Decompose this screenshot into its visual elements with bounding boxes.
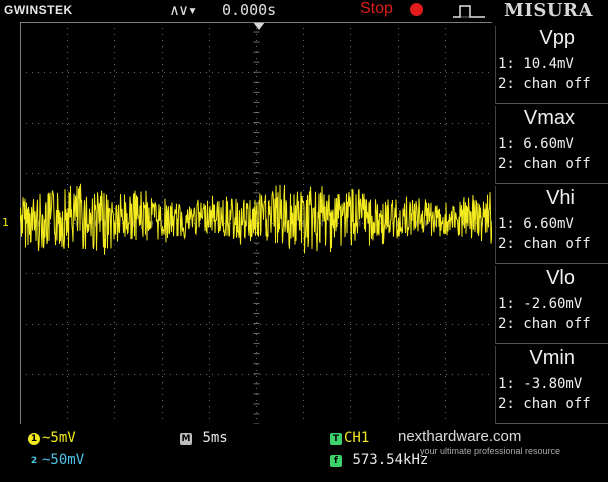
divider xyxy=(496,103,608,104)
ch1-badge-icon: 1 xyxy=(28,433,40,445)
measurement-ch1-value: 1: 6.60mV xyxy=(498,136,574,152)
measurement-title: Vpp xyxy=(539,27,575,49)
timebase-value: 5ms xyxy=(202,430,228,446)
measurement-ch2-value: 2: chan off xyxy=(498,76,591,92)
trigger-source-value: CH1 xyxy=(344,430,370,446)
measurement-title: Vmax xyxy=(523,107,575,129)
measurement-ch2-value: 2: chan off xyxy=(498,396,591,412)
timebase[interactable]: M 5ms xyxy=(180,430,228,446)
ch2-scale-value: ~50mV xyxy=(42,452,85,468)
measurement-title: Vmin xyxy=(529,347,575,369)
stop-indicator-icon xyxy=(410,3,423,16)
measurement-vmin[interactable]: Vmin 1: -3.80mV 2: chan off xyxy=(495,346,608,424)
measurement-title: Vlo xyxy=(546,267,575,289)
measurement-ch1-value: 1: -2.60mV xyxy=(498,296,583,312)
trigger-source[interactable]: T CH1 xyxy=(330,430,369,446)
trigger-edge-icon: ∧∨▾ xyxy=(170,1,198,19)
timebase-badge-icon: M xyxy=(180,433,192,445)
waveform-display[interactable] xyxy=(20,22,492,424)
run-state-label: Stop xyxy=(360,0,393,17)
misura-watermark: MISURA xyxy=(504,0,593,21)
measurement-ch1-value: 1: 6.60mV xyxy=(498,216,574,232)
top-status-bar: GWINSTEK ∧∨▾ 0.000s Stop MISURA xyxy=(0,0,608,22)
trigger-badge-icon: T xyxy=(330,433,342,445)
site-watermark: nexthardware.com xyxy=(398,428,522,445)
frequency-value: 573.54kHz xyxy=(352,452,429,468)
measurement-vhi[interactable]: Vhi 1: 6.60mV 2: chan off xyxy=(495,186,608,264)
measurement-vlo[interactable]: Vlo 1: -2.60mV 2: chan off xyxy=(495,266,608,344)
measurement-title: Vhi xyxy=(546,187,575,209)
frequency-badge-icon: f xyxy=(330,455,342,467)
ch1-scale-value: ~5mV xyxy=(42,430,76,446)
horizontal-delay: 0.000s xyxy=(222,1,277,19)
ch2-badge-icon: 2 xyxy=(30,456,38,466)
measurement-ch2-value: 2: chan off xyxy=(498,156,591,172)
divider xyxy=(496,263,608,264)
trigger-mode-icon xyxy=(453,5,485,18)
measurement-vpp[interactable]: Vpp 1: 10.4mV 2: chan off xyxy=(495,26,608,104)
ch2-scale[interactable]: 2 ~50mV xyxy=(28,452,84,468)
measurement-ch1-value: 1: -3.80mV xyxy=(498,376,583,392)
frequency-counter: f 573.54kHz xyxy=(330,452,428,468)
divider xyxy=(496,343,608,344)
measurement-ch2-value: 2: chan off xyxy=(498,316,591,332)
divider xyxy=(496,183,608,184)
site-tagline: your ultimate professional resource xyxy=(420,446,561,456)
ch1-level-marker[interactable]: 1 xyxy=(2,216,9,229)
measurement-ch2-value: 2: chan off xyxy=(498,236,591,252)
measurement-vmax[interactable]: Vmax 1: 6.60mV 2: chan off xyxy=(495,106,608,184)
brand-logo: GWINSTEK xyxy=(4,3,73,17)
measurement-ch1-value: 1: 10.4mV xyxy=(498,56,574,72)
ch1-scale[interactable]: 1 ~5mV xyxy=(28,430,76,446)
